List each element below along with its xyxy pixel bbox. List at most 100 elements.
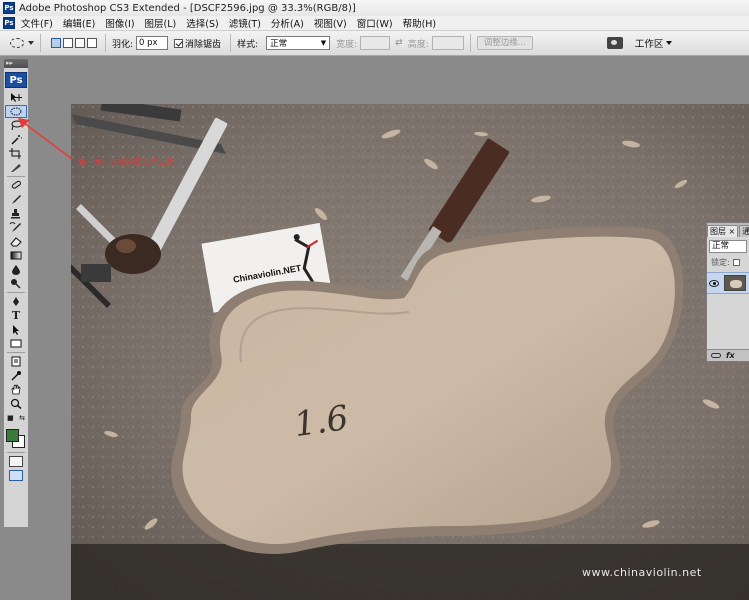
menu-filter[interactable]: 滤镜(T) bbox=[229, 16, 261, 30]
menu-layer[interactable]: 图层(L) bbox=[145, 16, 177, 30]
dodge-tool[interactable] bbox=[5, 277, 27, 290]
style-select[interactable]: 正常 ▼ bbox=[266, 36, 331, 50]
dodge-icon bbox=[11, 279, 21, 289]
hand-tool[interactable] bbox=[5, 383, 27, 396]
path-selection-tool[interactable] bbox=[5, 323, 27, 336]
height-input bbox=[431, 36, 464, 50]
menu-image[interactable]: 图像(I) bbox=[105, 16, 134, 30]
menu-app-icon[interactable]: Ps bbox=[3, 17, 15, 29]
layers-panel-tabs: 图层 × 通 bbox=[707, 223, 749, 237]
window-title: Adobe Photoshop CS3 Extended - [DSCF2596… bbox=[19, 2, 356, 14]
options-divider bbox=[40, 34, 41, 52]
brush-icon bbox=[12, 195, 21, 204]
blur-tool[interactable] bbox=[5, 263, 27, 276]
menu-help[interactable]: 帮助(H) bbox=[403, 16, 437, 30]
brush-tool[interactable] bbox=[5, 193, 27, 206]
bandage-icon bbox=[11, 180, 21, 189]
annotation-arrow-icon bbox=[18, 118, 73, 160]
notes-icon bbox=[11, 356, 21, 367]
droplet-icon bbox=[12, 265, 20, 275]
width-input bbox=[360, 36, 391, 50]
menu-view[interactable]: 视图(V) bbox=[314, 16, 347, 30]
zoom-tool[interactable] bbox=[5, 397, 27, 410]
link-layers-icon[interactable] bbox=[711, 353, 721, 358]
path-selection-icon bbox=[13, 325, 19, 335]
tab-channels[interactable]: 通 bbox=[739, 225, 749, 237]
tool-preset-dropdown-icon[interactable] bbox=[28, 41, 34, 45]
photoshop-logo[interactable]: Ps bbox=[5, 72, 27, 88]
panel-grip[interactable]: ▸▸ bbox=[4, 59, 28, 68]
chevron-down-icon bbox=[666, 41, 673, 45]
title-bar: Ps Adobe Photoshop CS3 Extended - [DSCF2… bbox=[0, 0, 749, 16]
workspace-menu[interactable]: 工作区 bbox=[635, 36, 673, 50]
layer-thumbnail bbox=[724, 275, 746, 291]
tool-preset-picker-icon[interactable] bbox=[10, 38, 24, 48]
close-icon[interactable]: × bbox=[729, 227, 736, 236]
feather-label: 羽化: bbox=[112, 39, 134, 50]
photoshop-app-icon: Ps bbox=[3, 2, 15, 14]
gradient-tool[interactable] bbox=[5, 249, 27, 262]
refine-edge-button: 调整边缘... bbox=[476, 36, 533, 50]
lock-label: 锁定: bbox=[711, 257, 730, 267]
pen-icon bbox=[13, 297, 19, 306]
lock-transparent-checkbox[interactable] bbox=[732, 258, 740, 266]
bridge-icon[interactable] bbox=[606, 37, 623, 49]
watermark-text: www.chinaviolin.net bbox=[582, 566, 702, 579]
eyedropper-tool[interactable] bbox=[5, 369, 27, 382]
toolbox-divider bbox=[7, 292, 25, 293]
history-brush-tool[interactable] bbox=[5, 221, 27, 234]
menu-select[interactable]: 选择(S) bbox=[186, 16, 218, 30]
fx-icon[interactable]: fx bbox=[726, 351, 735, 360]
photo-violin-top: Chinaviolin.NET 1.6 bbox=[71, 104, 749, 600]
toolbox-divider bbox=[7, 352, 25, 353]
pencil-mark-text: 1.6 bbox=[292, 398, 351, 445]
rectangle-tool[interactable] bbox=[5, 337, 27, 350]
spot-healing-tool[interactable] bbox=[5, 179, 27, 192]
clone-stamp-tool[interactable] bbox=[5, 207, 27, 220]
style-label: 样式: bbox=[237, 39, 259, 50]
menu-window[interactable]: 窗口(W) bbox=[357, 16, 393, 30]
layer-row-background[interactable] bbox=[707, 272, 749, 294]
style-select-value: 正常 bbox=[270, 39, 288, 49]
add-to-selection-icon[interactable] bbox=[63, 38, 73, 48]
menu-file[interactable]: 文件(F) bbox=[21, 16, 53, 30]
notes-tool[interactable] bbox=[5, 355, 27, 368]
selection-mode-group bbox=[51, 38, 99, 48]
lock-row: 锁定: bbox=[707, 256, 749, 268]
eyedropper-icon bbox=[11, 371, 21, 381]
pen-tool[interactable] bbox=[5, 295, 27, 308]
quick-mask-button[interactable] bbox=[9, 456, 23, 467]
antialias-label: 消除锯齿 bbox=[185, 39, 222, 50]
feather-input[interactable]: 0 px bbox=[136, 36, 169, 50]
toolbox-divider bbox=[7, 176, 25, 177]
swap-colors-icon[interactable]: ⇆ bbox=[19, 414, 25, 422]
options-divider bbox=[469, 34, 471, 52]
document-canvas[interactable]: Chinaviolin.NET 1.6 bbox=[71, 104, 749, 600]
zoom-icon bbox=[10, 398, 22, 409]
foreground-color-swatch[interactable] bbox=[6, 429, 19, 442]
layers-panel: 图层 × 通 正常 锁定: fx bbox=[706, 222, 749, 362]
intersect-selection-icon[interactable] bbox=[87, 38, 97, 48]
move-tool[interactable] bbox=[5, 91, 27, 104]
new-selection-icon[interactable] bbox=[51, 38, 61, 48]
eraser-tool[interactable] bbox=[5, 235, 27, 248]
workspace-label: 工作区 bbox=[634, 39, 664, 50]
type-tool[interactable]: T bbox=[5, 309, 27, 322]
default-colors-icon[interactable]: ■ bbox=[7, 414, 14, 422]
menu-edit[interactable]: 编辑(E) bbox=[63, 16, 95, 30]
antialias-checkbox[interactable] bbox=[174, 38, 184, 48]
subtract-from-selection-icon[interactable] bbox=[75, 38, 85, 48]
menu-analysis[interactable]: 分析(A) bbox=[271, 16, 304, 30]
blend-mode-select[interactable]: 正常 bbox=[709, 240, 747, 253]
tab-layers[interactable]: 图层 × bbox=[707, 225, 739, 237]
gradient-icon bbox=[10, 251, 22, 260]
width-label: 宽度: bbox=[336, 39, 358, 50]
options-divider bbox=[230, 34, 232, 52]
eye-icon[interactable] bbox=[709, 279, 719, 287]
stamp-icon bbox=[11, 209, 20, 219]
move-icon bbox=[11, 93, 22, 102]
hand-icon bbox=[11, 384, 21, 395]
layers-panel-footer: fx bbox=[707, 349, 749, 361]
eraser-icon bbox=[10, 237, 22, 247]
screen-mode-button[interactable] bbox=[9, 470, 23, 481]
